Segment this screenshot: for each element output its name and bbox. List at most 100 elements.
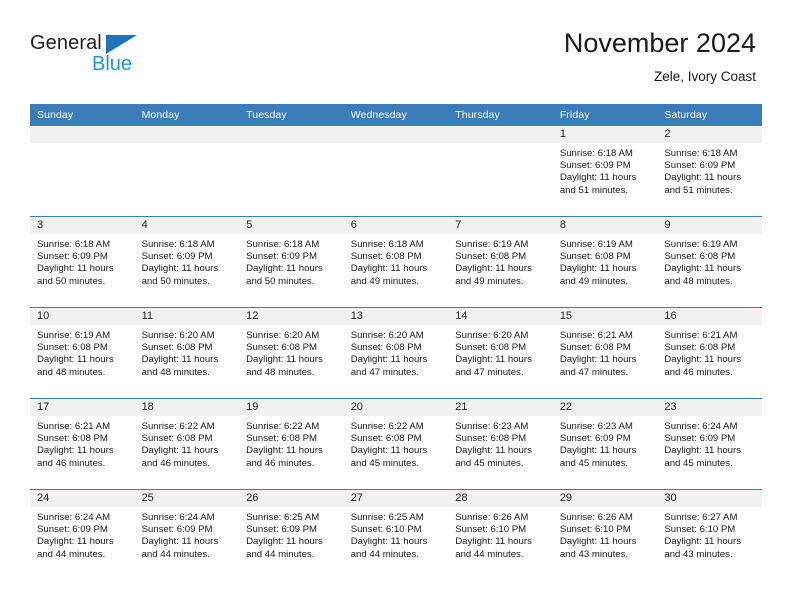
calendar-day-cell[interactable]: 21 Sunrise: 6:23 AM Sunset: 6:08 PM Dayligh…: [448, 398, 553, 490]
calendar-day-cell[interactable]: 15 Sunrise: 6:21 AM Sunset: 6:08 PM Dayligh…: [552, 307, 658, 399]
day-details: Sunrise: 6:23 AM Sunset: 6:08 PM Daylight:…: [448, 416, 553, 470]
weekday-header-friday: Friday: [552, 104, 658, 126]
calendar-day-cell[interactable]: 16 Sunrise: 6:21 AM Sunset: 6:08 PM Dayligh…: [657, 307, 762, 399]
daylight-text-line1: Daylight: 11 hours: [141, 445, 219, 457]
daylight-text-line2: and 45 minutes.: [559, 457, 629, 469]
sunrise-text: Sunrise: 6:22 AM: [246, 421, 320, 432]
calendar-empty-cell: [448, 126, 553, 217]
day-cell-content: 2 Sunrise: 6:18 AM Sunset: 6:09 PM Daylight…: [657, 126, 762, 216]
calendar-day-cell[interactable]: 27 Sunrise: 6:25 AM Sunset: 6:10 PM Dayligh…: [343, 489, 449, 580]
page-header: General Blue November 2024 Zele, Ivory C…: [0, 26, 792, 96]
day-number: [448, 126, 553, 143]
sunrise-text: Sunrise: 6:24 AM: [37, 512, 111, 523]
weekday-header-thursday: Thursday: [448, 104, 553, 126]
sunset-text: Sunset: 6:09 PM: [664, 160, 736, 172]
sunset-text: Sunset: 6:10 PM: [455, 524, 527, 536]
location-subtitle: Zele, Ivory Coast: [653, 69, 756, 84]
calendar-day-cell[interactable]: 3 Sunrise: 6:18 AM Sunset: 6:09 PM Daylight…: [30, 216, 135, 308]
calendar-day-cell[interactable]: 14 Sunrise: 6:20 AM Sunset: 6:08 PM Dayligh…: [448, 307, 553, 399]
weekday-header-monday: Monday: [134, 104, 240, 126]
day-number: 28: [448, 490, 553, 507]
calendar-day-cell[interactable]: 23 Sunrise: 6:24 AM Sunset: 6:09 PM Dayligh…: [657, 398, 762, 490]
day-cell-content: 29 Sunrise: 6:26 AM Sunset: 6:10 PM Dayligh…: [552, 490, 658, 580]
sunrise-text: Sunrise: 6:20 AM: [246, 330, 320, 341]
calendar-day-cell[interactable]: 28 Sunrise: 6:26 AM Sunset: 6:10 PM Dayligh…: [448, 489, 553, 580]
day-cell-content: 12 Sunrise: 6:20 AM Sunset: 6:08 PM Dayligh…: [239, 308, 344, 398]
daylight-text-line1: Daylight: 11 hours: [455, 445, 532, 457]
day-cell-content: 28 Sunrise: 6:26 AM Sunset: 6:10 PM Dayligh…: [448, 490, 553, 580]
calendar-week-row: 3 Sunrise: 6:18 AM Sunset: 6:09 PM Daylight…: [30, 216, 762, 308]
day-cell-content: 3 Sunrise: 6:18 AM Sunset: 6:09 PM Daylight…: [30, 217, 135, 307]
daylight-text-line2: and 49 minutes.: [559, 275, 629, 287]
day-number: 13: [343, 308, 449, 325]
day-details: Sunrise: 6:24 AM Sunset: 6:09 PM Daylight:…: [657, 416, 762, 470]
calendar-day-cell[interactable]: 30 Sunrise: 6:27 AM Sunset: 6:10 PM Dayligh…: [657, 489, 762, 580]
day-number: 20: [343, 399, 449, 416]
sunrise-text: Sunrise: 6:19 AM: [37, 330, 111, 341]
calendar-day-cell[interactable]: 4 Sunrise: 6:18 AM Sunset: 6:09 PM Daylight…: [134, 216, 240, 308]
sunrise-text: Sunrise: 6:22 AM: [350, 421, 424, 432]
calendar-day-cell[interactable]: 6 Sunrise: 6:18 AM Sunset: 6:08 PM Daylight…: [343, 216, 449, 308]
calendar-day-cell[interactable]: 2 Sunrise: 6:18 AM Sunset: 6:09 PM Daylight…: [657, 126, 762, 217]
title-block: November 2024 Zele, Ivory Coast: [564, 26, 756, 88]
daylight-text-line2: and 44 minutes.: [37, 548, 106, 560]
daylight-text-line1: Daylight: 11 hours: [559, 263, 637, 275]
calendar-day-cell[interactable]: 20 Sunrise: 6:22 AM Sunset: 6:08 PM Dayligh…: [343, 398, 449, 490]
calendar-day-cell[interactable]: 9 Sunrise: 6:19 AM Sunset: 6:08 PM Daylight…: [657, 216, 762, 308]
calendar-day-cell[interactable]: 26 Sunrise: 6:25 AM Sunset: 6:09 PM Dayligh…: [239, 489, 344, 580]
calendar-day-cell[interactable]: 18 Sunrise: 6:22 AM Sunset: 6:08 PM Dayligh…: [134, 398, 240, 490]
sunset-text: Sunset: 6:10 PM: [559, 524, 631, 536]
day-details: Sunrise: 6:21 AM Sunset: 6:08 PM Daylight:…: [30, 416, 135, 470]
sunset-text: Sunset: 6:09 PM: [246, 251, 318, 263]
daylight-text-line2: and 49 minutes.: [350, 275, 419, 287]
day-number: 25: [134, 490, 240, 507]
daylight-text-line1: Daylight: 11 hours: [664, 354, 741, 366]
sunset-text: Sunset: 6:09 PM: [141, 251, 213, 263]
day-cell-content: [343, 126, 449, 216]
day-details: Sunrise: 6:20 AM Sunset: 6:08 PM Daylight:…: [344, 325, 449, 379]
sunrise-text: Sunrise: 6:18 AM: [664, 148, 738, 159]
day-details: Sunrise: 6:24 AM Sunset: 6:09 PM Daylight:…: [30, 507, 135, 561]
daylight-text-line1: Daylight: 11 hours: [559, 354, 637, 366]
calendar-day-cell[interactable]: 10 Sunrise: 6:19 AM Sunset: 6:08 PM Dayligh…: [30, 307, 135, 399]
daylight-text-line2: and 49 minutes.: [455, 275, 524, 287]
calendar-header-row: Sunday Monday Tuesday Wednesday Thursday Frid…: [30, 104, 762, 126]
calendar-day-cell[interactable]: 7 Sunrise: 6:19 AM Sunset: 6:08 PM Daylight…: [448, 216, 553, 308]
calendar-day-cell[interactable]: 1 Sunrise: 6:18 AM Sunset: 6:09 PM Daylight…: [552, 126, 658, 217]
daylight-text-line2: and 51 minutes.: [559, 184, 629, 196]
calendar-day-cell[interactable]: 13 Sunrise: 6:20 AM Sunset: 6:08 PM Dayligh…: [343, 307, 449, 399]
general-blue-logo[interactable]: General Blue: [30, 32, 150, 88]
daylight-text-line2: and 47 minutes.: [455, 366, 524, 378]
logo-text-general: General: [30, 32, 102, 54]
calendar-day-cell[interactable]: 22 Sunrise: 6:23 AM Sunset: 6:09 PM Dayligh…: [552, 398, 658, 490]
calendar-day-cell[interactable]: 29 Sunrise: 6:26 AM Sunset: 6:10 PM Dayligh…: [552, 489, 658, 580]
calendar-day-cell[interactable]: 8 Sunrise: 6:19 AM Sunset: 6:08 PM Daylight…: [552, 216, 658, 308]
daylight-text-line2: and 48 minutes.: [37, 366, 106, 378]
calendar-day-cell[interactable]: 25 Sunrise: 6:24 AM Sunset: 6:09 PM Dayligh…: [134, 489, 240, 580]
day-number: 22: [552, 399, 658, 416]
sunrise-text: Sunrise: 6:20 AM: [455, 330, 529, 341]
day-cell-content: 20 Sunrise: 6:22 AM Sunset: 6:08 PM Dayligh…: [343, 399, 449, 489]
weekday-header-tuesday: Tuesday: [239, 104, 344, 126]
daylight-text-line1: Daylight: 11 hours: [559, 536, 637, 548]
daylight-text-line1: Daylight: 11 hours: [350, 354, 428, 366]
sunset-text: Sunset: 6:08 PM: [246, 342, 318, 354]
calendar-week-row: 10 Sunrise: 6:19 AM Sunset: 6:08 PM Dayligh…: [30, 307, 762, 399]
day-details: Sunrise: 6:20 AM Sunset: 6:08 PM Daylight:…: [448, 325, 553, 379]
day-details: Sunrise: 6:18 AM Sunset: 6:09 PM Daylight:…: [30, 234, 135, 288]
day-cell-content: 8 Sunrise: 6:19 AM Sunset: 6:08 PM Daylight…: [552, 217, 658, 307]
calendar-day-cell[interactable]: 24 Sunrise: 6:24 AM Sunset: 6:09 PM Dayligh…: [30, 489, 135, 580]
calendar-day-cell[interactable]: 17 Sunrise: 6:21 AM Sunset: 6:08 PM Dayligh…: [30, 398, 135, 490]
day-number: 10: [30, 308, 135, 325]
day-cell-content: 10 Sunrise: 6:19 AM Sunset: 6:08 PM Dayligh…: [30, 308, 135, 398]
calendar-day-cell[interactable]: 5 Sunrise: 6:18 AM Sunset: 6:09 PM Daylight…: [239, 216, 344, 308]
day-number: 18: [134, 399, 240, 416]
calendar-week-row: 1 Sunrise: 6:18 AM Sunset: 6:09 PM Daylight…: [30, 126, 762, 217]
calendar-day-cell[interactable]: 19 Sunrise: 6:22 AM Sunset: 6:08 PM Dayligh…: [239, 398, 344, 490]
day-cell-content: 27 Sunrise: 6:25 AM Sunset: 6:10 PM Dayligh…: [343, 490, 449, 580]
sunset-text: Sunset: 6:08 PM: [141, 433, 213, 445]
day-number: 6: [343, 217, 449, 234]
day-number: [134, 126, 240, 143]
calendar-day-cell[interactable]: 12 Sunrise: 6:20 AM Sunset: 6:08 PM Dayligh…: [239, 307, 344, 399]
calendar-day-cell[interactable]: 11 Sunrise: 6:20 AM Sunset: 6:08 PM Dayligh…: [134, 307, 240, 399]
